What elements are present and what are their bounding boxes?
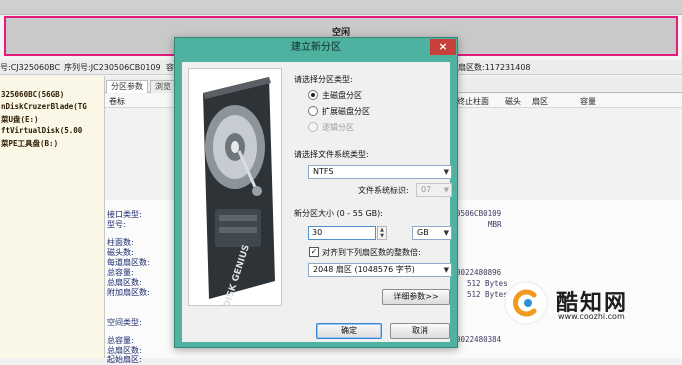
ok-button[interactable]: 确定 <box>316 323 382 339</box>
chevron-down-icon: ▼ <box>443 168 449 176</box>
align-value: 2048 扇区 (1048576 字节) <box>313 265 415 274</box>
radio-logical-label: 逻辑分区 <box>322 123 354 132</box>
disk-info-stub: 容 <box>166 63 174 72</box>
fs-type-select[interactable]: NTFS ▼ <box>308 165 452 179</box>
size-unit-value: GB <box>417 228 429 237</box>
value-total-sectors: 0022480896 <box>456 268 502 277</box>
fs-id-label: 文件系统标识: <box>358 186 409 195</box>
value-free-sectors: 0022480384 <box>456 335 502 344</box>
col-sector: 扇区 <box>532 97 548 106</box>
fs-id-value: 07 <box>421 185 432 194</box>
label-start-sector: 起始扇区: <box>107 355 142 364</box>
size-input[interactable]: 30 <box>308 226 376 240</box>
value-partition-style: MBR <box>488 220 502 229</box>
cancel-button[interactable]: 取消 <box>390 323 450 339</box>
disk-genius-illustration: DISK GENIUS <box>188 68 282 306</box>
details-button[interactable]: 详细参数>> <box>382 289 450 305</box>
chevron-down-icon: ▼ <box>443 229 449 237</box>
chevron-down-icon: ▼ <box>443 186 449 194</box>
label-extra-sectors: 附加扇区数: <box>107 288 150 297</box>
fs-type-value: NTFS <box>313 167 334 176</box>
disk-tree: 325060BC(56GB) nDiskCruzerBlade(TG 菜U盘(E… <box>0 76 105 358</box>
label-space-type: 空间类型: <box>107 318 142 327</box>
col-capacity: 容量 <box>580 97 596 106</box>
label-model: 型号: <box>107 220 126 229</box>
disk-serial: 序列号:JC230506CB0109 <box>64 63 161 72</box>
value-sector-size-2: 512 Bytes <box>467 290 508 299</box>
value-serial: 0506CB0109 <box>456 209 502 218</box>
hard-disk-icon: DISK GENIUS <box>189 69 281 305</box>
radio-logical <box>308 122 318 132</box>
fs-type-label: 请选择文件系统类型: <box>294 150 369 159</box>
new-partition-dialog: 建立新分区 × DISK GENIUS 请选择分区类型: 主磁盘分区 扩展磁盘分… <box>174 37 458 348</box>
align-select[interactable]: 2048 扇区 (1048576 字节) ▼ <box>308 263 452 277</box>
size-unit-select[interactable]: GB ▼ <box>412 226 452 240</box>
chevron-down-icon: ▼ <box>443 266 449 274</box>
col-head: 磁头 <box>505 97 521 106</box>
tab-partition-params[interactable]: 分区参数 <box>106 80 148 93</box>
col-volume: 卷标 <box>109 97 125 106</box>
radio-primary-label[interactable]: 主磁盘分区 <box>322 90 362 101</box>
coozhi-logo <box>504 281 548 325</box>
tab-browse[interactable]: 浏览 <box>150 80 176 93</box>
coozhi-logo-icon <box>513 289 537 317</box>
align-label[interactable]: 对齐到下列扇区数的整数倍: <box>322 247 421 258</box>
tree-item-vdisk[interactable]: ftVirtualDisk(5.00 <box>1 126 82 135</box>
tree-item-disk0[interactable]: 325060BC(56GB) <box>1 90 64 99</box>
align-checkbox[interactable]: ✓ <box>309 247 319 257</box>
size-label: 新分区大小 (0 - 55 GB): <box>294 209 383 218</box>
fs-id-select: 07 ▼ <box>416 183 452 197</box>
dialog-title: 建立新分区 <box>291 42 341 53</box>
radio-primary[interactable] <box>308 90 318 100</box>
radio-extended[interactable] <box>308 106 318 116</box>
disk-sectors: 扇区数:117231408 <box>458 63 531 72</box>
radio-extended-label[interactable]: 扩展磁盘分区 <box>322 106 370 117</box>
partition-type-label: 请选择分区类型: <box>294 75 353 84</box>
size-stepper[interactable]: ▲ ▼ <box>377 226 387 240</box>
dialog-body: DISK GENIUS 请选择分区类型: 主磁盘分区 扩展磁盘分区 逻辑分区 请… <box>182 62 452 342</box>
close-button[interactable]: × <box>430 39 456 55</box>
tree-item-usb[interactable]: nDiskCruzerBlade(TG <box>1 102 87 111</box>
top-strip <box>0 0 682 15</box>
col-end-cylinder: 终止柱面 <box>457 97 489 106</box>
disk-model: 号:CJ325060BC <box>0 63 61 72</box>
watermark-url: www.coozhi.com <box>558 312 625 321</box>
tree-item-udisk[interactable]: 菜U盘(E:) <box>1 114 39 125</box>
tree-item-pe[interactable]: 菜PE工具盘(B:) <box>1 138 58 149</box>
value-sector-size: 512 Bytes <box>467 279 508 288</box>
